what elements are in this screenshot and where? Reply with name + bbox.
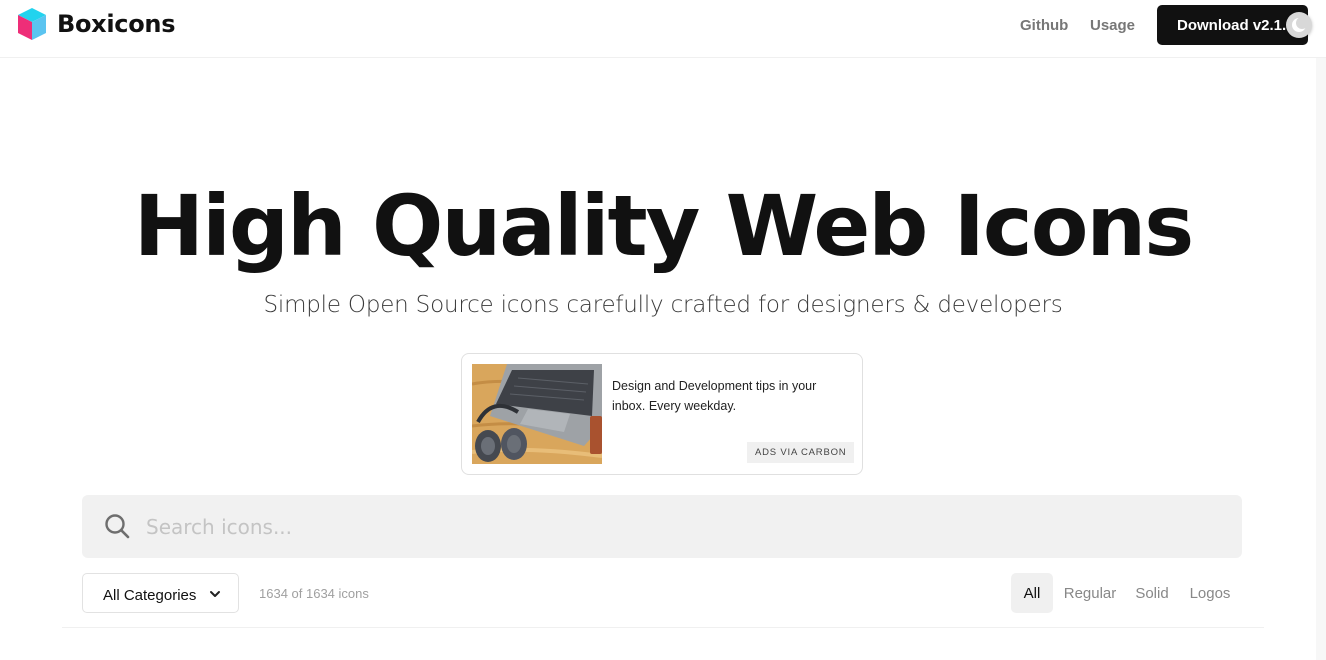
carbon-ad[interactable]: Design and Development tips in your inbo… — [461, 353, 863, 475]
brand-name: Boxicons — [57, 10, 176, 38]
chevron-down-icon — [210, 591, 220, 597]
brand[interactable]: Boxicons — [16, 6, 175, 42]
hero-title: High Quality Web Icons — [133, 177, 1194, 275]
filter-tab-solid[interactable]: Solid — [1130, 573, 1174, 613]
boxicons-logo-icon — [18, 8, 46, 40]
search-icon — [105, 514, 130, 539]
ad-text[interactable]: Design and Development tips in your inbo… — [612, 376, 852, 416]
divider — [62, 627, 1264, 628]
filter-tab-regular[interactable]: Regular — [1060, 573, 1120, 613]
category-select[interactable]: All Categories — [82, 573, 239, 613]
ads-via-carbon-badge[interactable]: ADS VIA CARBON — [747, 442, 855, 463]
search-input[interactable] — [146, 507, 1206, 547]
scrollbar-track[interactable] — [1316, 58, 1326, 660]
filter-tab-logos[interactable]: Logos — [1185, 573, 1235, 613]
hero-subtitle: Simple Open Source icons carefully craft… — [263, 292, 1063, 318]
category-select-value: All Categories — [103, 587, 197, 604]
icon-count: 1634 of 1634 icons — [259, 586, 369, 601]
nav-link-usage[interactable]: Usage — [1090, 17, 1135, 34]
filter-tab-all[interactable]: All — [1011, 573, 1053, 613]
moon-icon — [1292, 17, 1307, 32]
search-bar[interactable] — [82, 495, 1242, 558]
top-navbar: Boxicons Github Usage Download v2.1.4 — [0, 0, 1326, 58]
nav-link-github[interactable]: Github — [1020, 17, 1068, 34]
ad-image[interactable] — [472, 364, 602, 464]
theme-toggle[interactable] — [1286, 12, 1312, 38]
